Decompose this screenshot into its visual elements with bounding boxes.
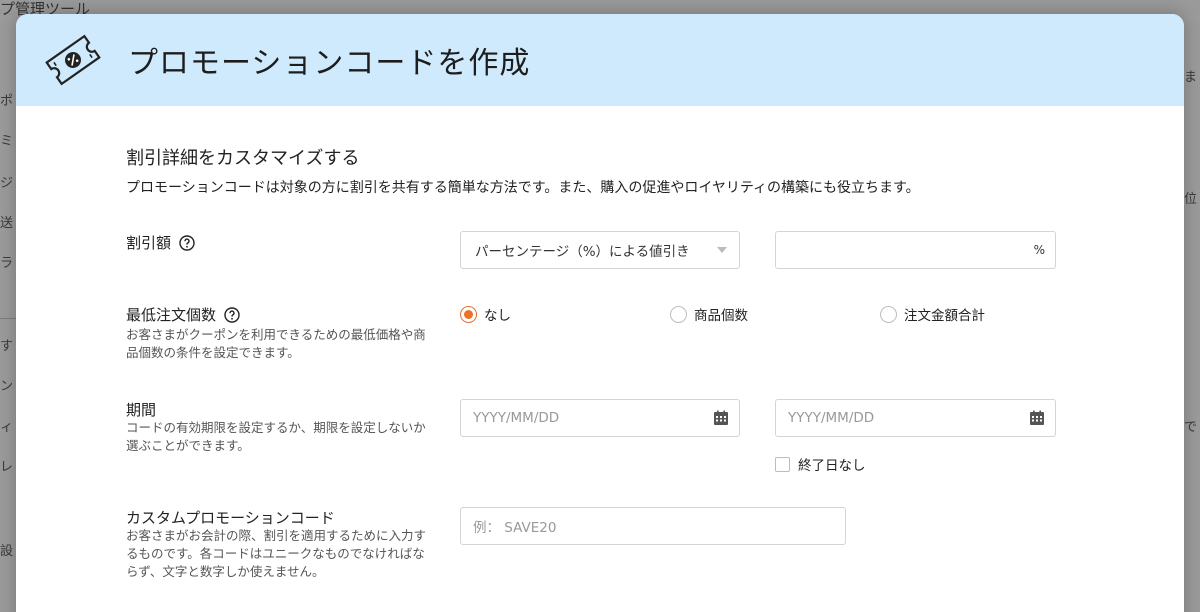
minimum-hint: お客さまがクーポンを利用できるための最低価格や商品個数の条件を設定できます。: [126, 327, 426, 360]
radio-button-checked[interactable]: [460, 305, 477, 323]
radio-order-total[interactable]: 注文金額合計: [880, 304, 985, 324]
no-end-date-label: 終了日なし: [798, 458, 866, 474]
background-right-fragment: で: [1184, 420, 1198, 435]
radio-button[interactable]: [670, 305, 687, 323]
background-left-fragment: ラ: [0, 256, 14, 271]
discount-label-row: 割引額: [126, 232, 195, 253]
no-end-date-checkbox-row[interactable]: 終了日なし: [775, 454, 866, 474]
background-left-fragment: ィ: [0, 420, 14, 435]
radio-item-count-label: 商品個数: [694, 308, 748, 324]
custom-code-label: カスタムプロモーションコード: [126, 509, 335, 527]
radio-none[interactable]: なし: [460, 304, 511, 324]
start-date-placeholder: YYYY/MM/DD: [473, 410, 560, 426]
period-label-row: 期間: [126, 399, 156, 420]
background-left-fragment: ポ: [0, 94, 14, 109]
end-date-placeholder: YYYY/MM/DD: [788, 410, 875, 426]
calendar-icon[interactable]: [713, 410, 729, 426]
section-heading: 割引詳細をカスタマイズする: [126, 148, 360, 169]
background-left-fragment: レ: [0, 460, 14, 475]
custom-code-label-row: カスタムプロモーションコード: [126, 507, 335, 528]
background-left-fragment: ジ: [0, 176, 14, 191]
radio-button[interactable]: [880, 305, 897, 323]
background-divider: [0, 318, 16, 319]
discount-type-select[interactable]: パーセンテージ（%）による値引き: [460, 231, 740, 269]
percent-suffix: %: [1033, 243, 1045, 257]
modal-title: プロモーションコードを作成: [128, 46, 531, 81]
discount-type-value: パーセンテージ（%）による値引き: [475, 244, 690, 260]
custom-code-input[interactable]: 例： SAVE20: [460, 507, 846, 545]
end-date-input[interactable]: YYYY/MM/DD: [775, 399, 1056, 437]
help-icon[interactable]: [224, 306, 240, 323]
background-left-fragment: 設: [0, 544, 14, 559]
chevron-down-icon: [717, 247, 727, 253]
create-promo-code-modal: プロモーションコードを作成 割引詳細をカスタマイズする プロモーションコードは対…: [16, 14, 1184, 612]
discount-label: 割引額: [126, 234, 172, 252]
background-right-fragment: ま: [1184, 70, 1198, 85]
start-date-input[interactable]: YYYY/MM/DD: [460, 399, 740, 437]
period-label: 期間: [126, 401, 157, 419]
period-hint: コードの有効期限を設定するか、期限を設定しないか選ぶことができます。: [126, 420, 426, 453]
modal-header: プロモーションコードを作成: [16, 14, 1184, 106]
custom-code-placeholder: 例： SAVE20: [473, 520, 557, 536]
help-icon[interactable]: [179, 234, 195, 251]
custom-code-hint: お客さまがお会計の際、割引を適用するために入力するものです。各コードはユニークな…: [126, 528, 427, 579]
coupon-ticket-icon: [45, 34, 101, 86]
background-right-fragment: 位: [1184, 192, 1198, 207]
background-left-fragment: ン: [0, 379, 14, 394]
calendar-icon[interactable]: [1029, 410, 1045, 426]
radio-dot: [464, 309, 473, 319]
minimum-label: 最低注文個数: [126, 306, 217, 324]
background-left-fragment: す: [0, 339, 14, 354]
radio-item-count[interactable]: 商品個数: [670, 304, 748, 324]
background-left-fragment: ミ: [0, 134, 14, 149]
section-description: プロモーションコードは対象の方に割引を共有する簡単な方法です。また、購入の促進や…: [126, 180, 920, 196]
background-topbar: プ管理ツール: [0, 0, 1200, 18]
minimum-label-row: 最低注文個数: [126, 304, 240, 325]
radio-none-label: なし: [484, 308, 511, 324]
no-end-date-checkbox[interactable]: [775, 456, 790, 472]
radio-order-total-label: 注文金額合計: [904, 308, 985, 324]
discount-value-input[interactable]: %: [775, 231, 1056, 269]
background-left-fragment: 送: [0, 216, 14, 231]
